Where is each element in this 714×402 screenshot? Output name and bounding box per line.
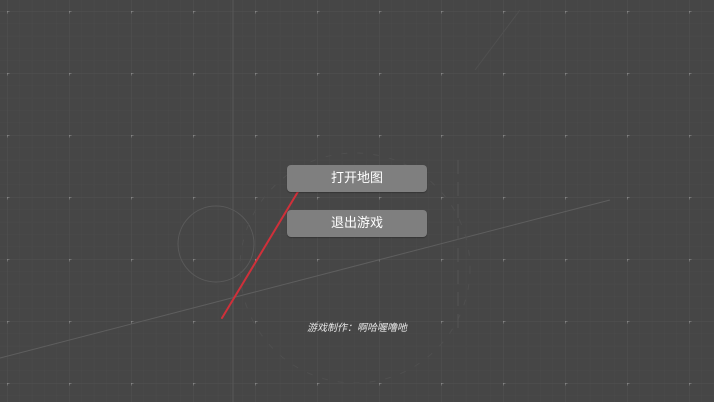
background-grid bbox=[0, 0, 714, 402]
game-canvas: 打开地图 退出游戏 游戏制作：啊哈喔噜吔 bbox=[0, 0, 714, 402]
open-map-button[interactable]: 打开地图 bbox=[287, 165, 427, 192]
quit-game-button[interactable]: 退出游戏 bbox=[287, 210, 427, 237]
credits-text: 游戏制作：啊哈喔噜吔 bbox=[307, 323, 407, 334]
